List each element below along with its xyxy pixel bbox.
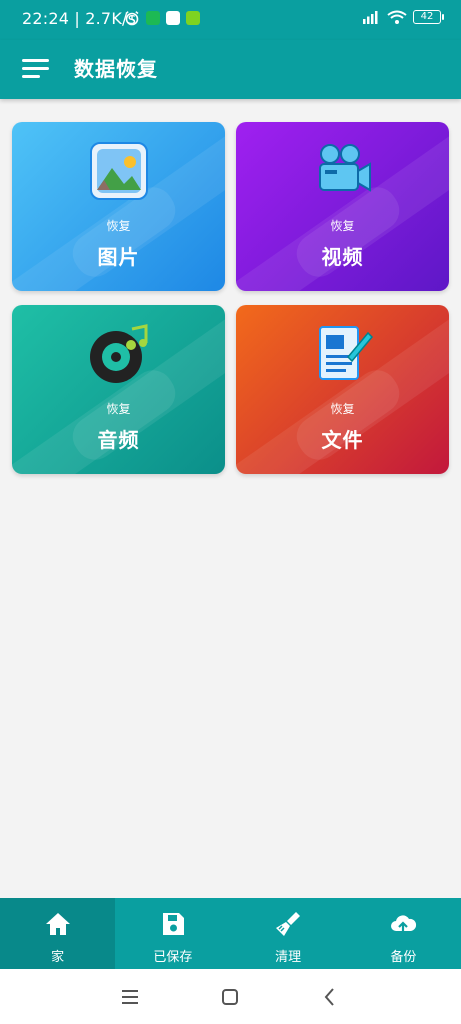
nav-label: 家 bbox=[51, 950, 65, 965]
wifi-icon bbox=[387, 10, 407, 24]
status-bar: 22:24 | 2.7K/s 42 bbox=[0, 0, 461, 40]
nav-label: 备份 bbox=[390, 950, 417, 965]
app-bar: 数据恢复 bbox=[0, 40, 461, 99]
recents-icon[interactable] bbox=[118, 985, 142, 1009]
card-audio-recovery[interactable]: 恢复 音频 bbox=[12, 305, 225, 474]
card-video-recovery[interactable]: 恢复 视频 bbox=[236, 122, 449, 291]
music-disc-icon bbox=[90, 324, 148, 383]
save-icon bbox=[162, 913, 184, 935]
card-title: 文件 bbox=[321, 428, 364, 452]
document-icon bbox=[319, 326, 374, 380]
card-subtitle: 恢复 bbox=[330, 219, 355, 233]
shield-app-icon bbox=[146, 11, 160, 25]
nav-item-backup[interactable]: 备份 bbox=[346, 898, 461, 969]
home-button-icon[interactable] bbox=[218, 985, 242, 1009]
card-image-recovery[interactable]: 恢复 图片 bbox=[12, 122, 225, 291]
card-file-recovery[interactable]: 恢复 文件 bbox=[236, 305, 449, 474]
nav-item-clean[interactable]: 清理 bbox=[231, 898, 346, 969]
nav-label: 清理 bbox=[275, 950, 302, 965]
card-subtitle: 恢复 bbox=[106, 402, 131, 416]
home-icon bbox=[45, 913, 70, 935]
card-title: 视频 bbox=[321, 245, 364, 269]
nav-label: 已保存 bbox=[153, 950, 193, 965]
card-subtitle: 恢复 bbox=[330, 402, 355, 416]
signal-icon bbox=[363, 11, 378, 24]
menu-icon[interactable] bbox=[22, 57, 50, 79]
nav-item-saved[interactable]: 已保存 bbox=[115, 898, 230, 969]
card-title: 图片 bbox=[97, 245, 140, 269]
cloud-app-icon bbox=[166, 11, 180, 25]
battery-indicator: 42 bbox=[413, 10, 444, 24]
status-notification-icons bbox=[124, 10, 200, 26]
status-time: 22:24 | 2.7K/s bbox=[22, 9, 137, 28]
nav-item-home[interactable]: 家 bbox=[0, 898, 116, 969]
cloud-upload-icon bbox=[391, 915, 417, 934]
card-subtitle: 恢复 bbox=[106, 219, 131, 233]
image-icon bbox=[90, 142, 148, 200]
broom-icon bbox=[276, 912, 301, 936]
page-title: 数据恢复 bbox=[74, 57, 158, 81]
alarm-icon bbox=[125, 11, 139, 26]
download-app-icon bbox=[186, 11, 200, 25]
back-icon[interactable] bbox=[318, 985, 342, 1009]
bottom-navigation: 家 已保存 清理 备份 bbox=[0, 898, 461, 969]
card-title: 音频 bbox=[97, 428, 140, 452]
status-right-icons: 42 bbox=[361, 10, 444, 24]
system-nav-bar bbox=[0, 969, 461, 1024]
video-camera-icon bbox=[319, 144, 371, 192]
